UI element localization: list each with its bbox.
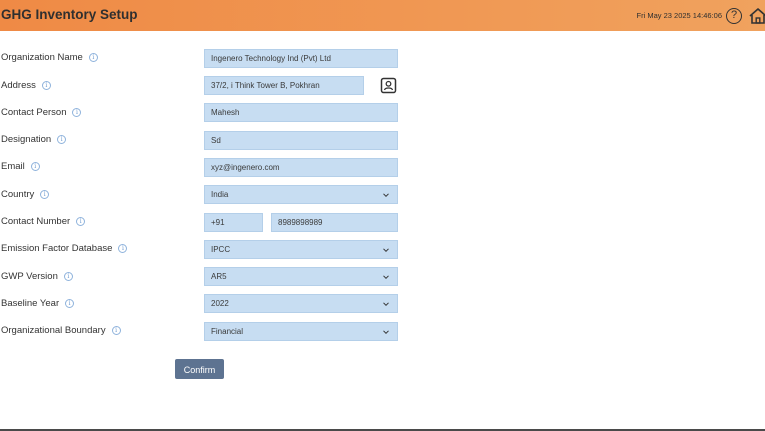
gwp-version-label-text: GWP Version xyxy=(1,271,58,282)
emission-factor-database-label: Emission Factor Database i xyxy=(1,243,128,254)
chevron-down-icon xyxy=(383,193,389,198)
country-value: India xyxy=(211,190,229,199)
chevron-down-icon xyxy=(383,330,389,335)
email-input[interactable]: xyz@ingenero.com xyxy=(204,158,398,177)
home-icon[interactable] xyxy=(748,7,765,25)
contact-number-label: Contact Number i xyxy=(1,216,86,227)
page-title: GHG Inventory Setup xyxy=(1,7,138,22)
address-input[interactable]: 37/2, i Think Tower B, Pokhran xyxy=(204,76,364,95)
country-code-input[interactable]: +91 xyxy=(204,213,263,232)
organizational-boundary-value: Financial xyxy=(211,327,244,336)
address-label: Address i xyxy=(1,80,51,91)
organizational-boundary-label-text: Organizational Boundary xyxy=(1,325,106,336)
emission-factor-database-label-text: Emission Factor Database xyxy=(1,243,113,254)
country-label-text: Country xyxy=(1,189,35,200)
info-icon[interactable]: i xyxy=(57,135,67,144)
address-book-icon[interactable] xyxy=(380,77,397,94)
emission-factor-database-select[interactable]: IPCC xyxy=(204,240,398,259)
chevron-down-icon xyxy=(383,275,389,280)
app-header: GHG Inventory Setup Fri May 23 2025 14:4… xyxy=(0,0,765,31)
info-icon[interactable]: i xyxy=(65,299,75,308)
gwp-version-select[interactable]: AR5 xyxy=(204,267,398,286)
country-select[interactable]: India xyxy=(204,185,398,204)
contact-person-label: Contact Person i xyxy=(1,107,82,118)
designation-label: Designation i xyxy=(1,134,67,145)
emission-factor-database-value: IPCC xyxy=(211,245,231,254)
info-icon[interactable]: i xyxy=(111,326,121,335)
info-icon[interactable]: i xyxy=(63,272,73,281)
current-datetime: Fri May 23 2025 14:46:06 xyxy=(636,11,722,20)
info-icon[interactable]: i xyxy=(30,162,40,171)
baseline-year-label: Baseline Year i xyxy=(1,298,75,309)
country-label: Country i xyxy=(1,189,50,200)
info-icon[interactable]: i xyxy=(76,217,86,226)
info-icon[interactable]: i xyxy=(88,53,98,62)
chevron-down-icon xyxy=(383,302,389,307)
confirm-button[interactable]: Confirm xyxy=(175,359,224,379)
gwp-version-value: AR5 xyxy=(211,272,227,281)
designation-label-text: Designation xyxy=(1,134,52,145)
designation-input[interactable]: Sd xyxy=(204,131,398,150)
baseline-year-label-text: Baseline Year xyxy=(1,298,60,309)
baseline-year-select[interactable]: 2022 xyxy=(204,294,398,313)
info-icon[interactable]: i xyxy=(41,81,51,90)
baseline-year-value: 2022 xyxy=(211,299,229,308)
info-icon[interactable]: i xyxy=(118,244,128,253)
organizational-boundary-label: Organizational Boundary i xyxy=(1,325,121,336)
info-icon[interactable]: i xyxy=(72,108,82,117)
organization-name-input[interactable]: Ingenero Technology Ind (Pvt) Ltd xyxy=(204,49,398,68)
organization-name-label-text: Organization Name xyxy=(1,52,83,63)
phone-number-input[interactable]: 8989898989 xyxy=(271,213,398,232)
organizational-boundary-select[interactable]: Financial xyxy=(204,322,398,341)
contact-person-label-text: Contact Person xyxy=(1,107,67,118)
organization-name-label: Organization Name i xyxy=(1,52,98,63)
email-label: Email i xyxy=(1,161,40,172)
contact-person-input[interactable]: Mahesh xyxy=(204,103,398,122)
chevron-down-icon xyxy=(383,248,389,253)
address-label-text: Address xyxy=(1,80,36,91)
gwp-version-label: GWP Version i xyxy=(1,271,73,282)
info-icon[interactable]: i xyxy=(40,190,50,199)
contact-number-label-text: Contact Number xyxy=(1,216,71,227)
email-label-text: Email xyxy=(1,161,25,172)
help-icon[interactable]: ? xyxy=(726,8,742,24)
